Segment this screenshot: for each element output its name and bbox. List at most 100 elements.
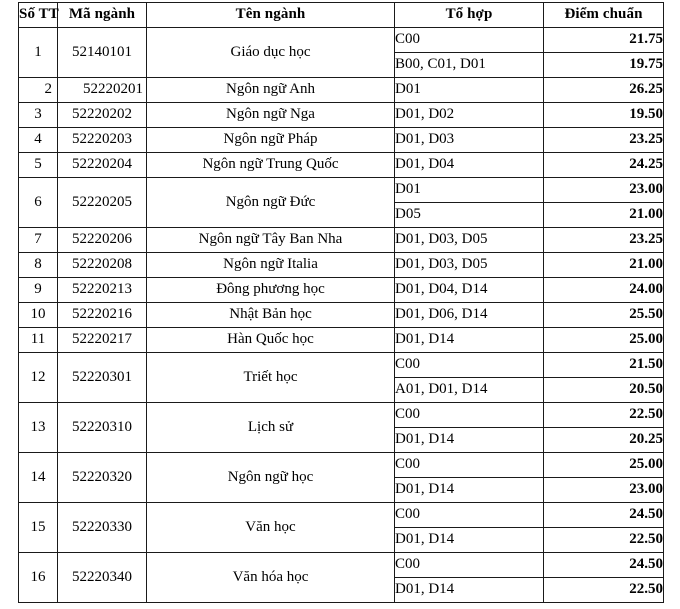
cell-major-code: 52220201 xyxy=(57,77,147,103)
table-row: 2 52220201 Ngôn ngữ Anh D01 26.25 xyxy=(18,77,664,103)
cell-major-name: Triết học xyxy=(146,352,395,403)
cell-major-name: Ngôn ngữ Tây Ban Nha xyxy=(146,227,395,253)
table-row: 9 52220213 Đông phương học D01, D04, D14 24.… xyxy=(18,277,664,303)
table-row: 7 52220206 Ngôn ngữ Tây Ban Nha D01, D03, D… xyxy=(18,227,664,253)
column-header-code: Mã ngành xyxy=(57,2,147,28)
cell-subject-combination: C00 xyxy=(394,27,544,53)
cell-subject-combination: D01, D04 xyxy=(394,152,544,178)
cell-stt: 1 xyxy=(18,27,58,78)
cell-major-code: 52220340 xyxy=(57,552,147,603)
cell-major-code: 52220330 xyxy=(57,502,147,553)
cell-subject-combination: D01, D14 xyxy=(394,327,544,353)
cell-stt: 7 xyxy=(18,227,58,253)
cell-benchmark-score: 23.00 xyxy=(543,477,664,503)
cell-benchmark-score: 21.00 xyxy=(543,252,664,278)
table-row: 12 52220301 Triết học C00 21.50 xyxy=(18,352,664,403)
cell-major-code: 52220204 xyxy=(57,152,147,178)
cell-benchmark-score: 19.50 xyxy=(543,102,664,128)
column-header-score: Điểm chuẩn xyxy=(543,2,664,28)
cell-stt: 12 xyxy=(18,352,58,403)
cell-stt: 4 xyxy=(18,127,58,153)
cell-major-code: 52220202 xyxy=(57,102,147,128)
cell-major-code: 52220301 xyxy=(57,352,147,403)
cell-subject-combination: D01, D06, D14 xyxy=(394,302,544,328)
cell-major-code: 52140101 xyxy=(57,27,147,78)
cell-benchmark-score: 21.75 xyxy=(543,27,664,53)
table-row: 4 52220203 Ngôn ngữ Pháp D01, D03 23.25 xyxy=(18,127,664,153)
cell-major-name: Ngôn ngữ Pháp xyxy=(146,127,395,153)
table-row: 15 52220330 Văn học C00 24.50 xyxy=(18,502,664,553)
cell-subject-combination: A01, D01, D14 xyxy=(394,377,544,403)
cell-subject-combination: D01, D03, D05 xyxy=(394,252,544,278)
table-row: 5 52220204 Ngôn ngữ Trung Quốc D01, D04 24.2… xyxy=(18,152,664,178)
cell-major-name: Hàn Quốc học xyxy=(146,327,395,353)
cell-major-name: Nhật Bản học xyxy=(146,302,395,328)
cell-major-name: Ngôn ngữ Đức xyxy=(146,177,395,228)
cell-major-code: 52220203 xyxy=(57,127,147,153)
cell-major-name: Ngôn ngữ Italia xyxy=(146,252,395,278)
cell-subject-combination: C00 xyxy=(394,502,544,528)
cell-stt: 2 xyxy=(18,77,58,103)
cell-major-name: Ngôn ngữ học xyxy=(146,452,395,503)
cell-major-name: Ngôn ngữ Trung Quốc xyxy=(146,152,395,178)
cell-benchmark-score: 24.00 xyxy=(543,277,664,303)
cell-stt: 6 xyxy=(18,177,58,228)
cell-subject-combination: D05 xyxy=(394,202,544,228)
table-row: 10 52220216 Nhật Bản học D01, D06, D14 25.50 xyxy=(18,302,664,328)
benchmark-scores-sheet: Số TT Mã ngành Tên ngành Tổ hợp Điểm chu… xyxy=(0,2,680,609)
cell-subject-combination: C00 xyxy=(394,452,544,478)
cell-major-code: 52220216 xyxy=(57,302,147,328)
cell-stt: 16 xyxy=(18,552,58,603)
cell-major-name: Ngôn ngữ Anh xyxy=(146,77,395,103)
table-row: 11 52220217 Hàn Quốc học D01, D14 25.00 xyxy=(18,327,664,353)
table-row: 14 52220320 Ngôn ngữ học C00 25.00 xyxy=(18,452,664,503)
cell-subject-combination: D01, D02 xyxy=(394,102,544,128)
cell-major-code: 52220213 xyxy=(57,277,147,303)
cell-major-code: 52220205 xyxy=(57,177,147,228)
cell-stt: 15 xyxy=(18,502,58,553)
column-header-combo: Tổ hợp xyxy=(394,2,544,28)
cell-benchmark-score: 22.50 xyxy=(543,402,664,428)
cell-major-name: Văn học xyxy=(146,502,395,553)
table-body: 1 52140101 Giáo dục học C00 21.75 B00, C01, D… xyxy=(18,27,664,603)
cell-major-code: 52220206 xyxy=(57,227,147,253)
cell-subject-combination: D01 xyxy=(394,177,544,203)
cell-subject-combination: D01, D14 xyxy=(394,577,544,603)
cell-benchmark-score: 25.00 xyxy=(543,327,664,353)
table-row: 6 52220205 Ngôn ngữ Đức D01 23.00 xyxy=(18,177,664,228)
cell-subject-combination: D01, D14 xyxy=(394,527,544,553)
benchmark-scores-table: Số TT Mã ngành Tên ngành Tổ hợp Điểm chu… xyxy=(18,2,664,603)
cell-major-code: 52220217 xyxy=(57,327,147,353)
cell-benchmark-score: 25.50 xyxy=(543,302,664,328)
cell-major-name: Văn hóa học xyxy=(146,552,395,603)
cell-major-name: Đông phương học xyxy=(146,277,395,303)
cell-benchmark-score: 23.00 xyxy=(543,177,664,203)
cell-subject-combination: D01 xyxy=(394,77,544,103)
cell-major-code: 52220208 xyxy=(57,252,147,278)
table-row: 3 52220202 Ngôn ngữ Nga D01, D02 19.50 xyxy=(18,102,664,128)
cell-subject-combination: D01, D04, D14 xyxy=(394,277,544,303)
cell-benchmark-score: 21.50 xyxy=(543,352,664,378)
cell-subject-combination: D01, D03, D05 xyxy=(394,227,544,253)
cell-subject-combination: C00 xyxy=(394,552,544,578)
cell-benchmark-score: 26.25 xyxy=(543,77,664,103)
cell-major-code: 52220310 xyxy=(57,402,147,453)
cell-stt: 3 xyxy=(18,102,58,128)
cell-subject-combination: C00 xyxy=(394,352,544,378)
cell-major-name: Lịch sử xyxy=(146,402,395,453)
table-row: 13 52220310 Lịch sử C00 22.50 xyxy=(18,402,664,453)
cell-major-name: Giáo dục học xyxy=(146,27,395,78)
cell-benchmark-score: 24.25 xyxy=(543,152,664,178)
cell-benchmark-score: 24.50 xyxy=(543,502,664,528)
table-header: Số TT Mã ngành Tên ngành Tổ hợp Điểm chu… xyxy=(18,2,664,28)
cell-benchmark-score: 21.00 xyxy=(543,202,664,228)
cell-stt: 5 xyxy=(18,152,58,178)
table-row: 1 52140101 Giáo dục học C00 21.75 xyxy=(18,27,664,78)
cell-subject-combination: B00, C01, D01 xyxy=(394,52,544,78)
cell-benchmark-score: 23.25 xyxy=(543,227,664,253)
cell-subject-combination: C00 xyxy=(394,402,544,428)
cell-stt: 11 xyxy=(18,327,58,353)
cell-stt: 14 xyxy=(18,452,58,503)
cell-stt: 13 xyxy=(18,402,58,453)
cell-benchmark-score: 22.50 xyxy=(543,527,664,553)
